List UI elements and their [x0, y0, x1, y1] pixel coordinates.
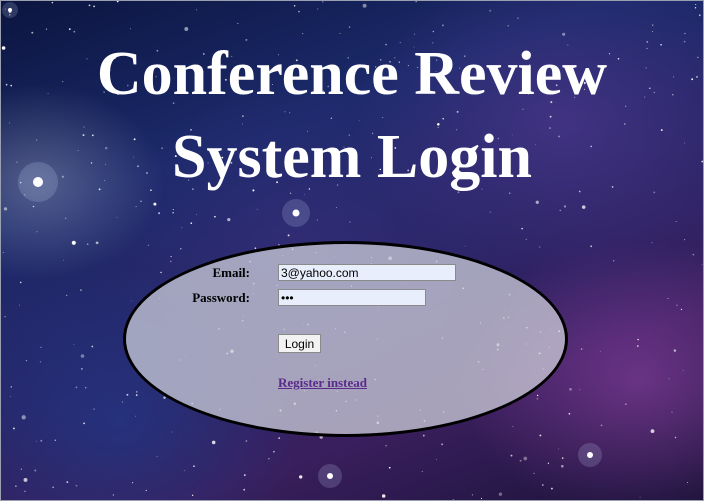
page-title-line-1: Conference Review	[96, 40, 608, 108]
register-link[interactable]: Register instead	[278, 375, 367, 391]
email-label: Email:	[212, 265, 250, 280]
password-field[interactable]	[278, 289, 426, 306]
email-field[interactable]	[278, 264, 456, 281]
password-label: Password:	[192, 290, 250, 305]
page-title-line-2: System Login	[172, 123, 532, 191]
login-button[interactable]: Login	[278, 334, 321, 353]
